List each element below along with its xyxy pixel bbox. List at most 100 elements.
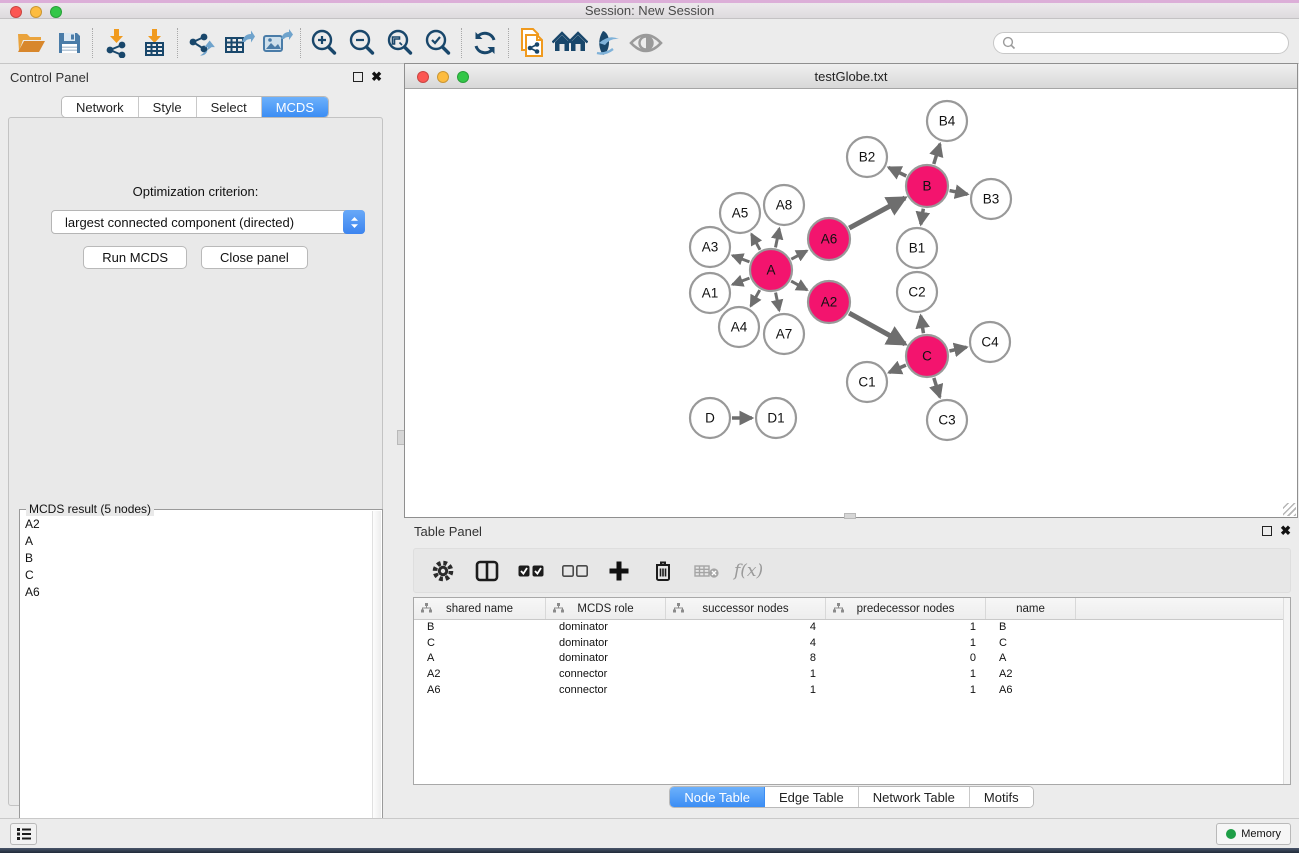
edge-A-A2[interactable]: [791, 281, 807, 290]
function-builder-icon[interactable]: f(x): [734, 561, 763, 581]
graph-node-C[interactable]: C: [906, 335, 948, 377]
table-row[interactable]: A6connector11A6: [414, 683, 1290, 699]
edge-A-A4[interactable]: [751, 290, 760, 306]
edge-A-A5[interactable]: [751, 234, 760, 250]
tab-mcds[interactable]: MCDS: [262, 97, 328, 117]
show-panels-button[interactable]: [10, 823, 37, 845]
edge-A-A8[interactable]: [776, 229, 780, 248]
result-list-scrollbar[interactable]: [372, 511, 381, 847]
edge-C-C1[interactable]: [889, 365, 906, 372]
column-header-predecessor-nodes[interactable]: predecessor nodes: [826, 598, 986, 619]
zoom-window-button[interactable]: [50, 6, 62, 18]
edge-A6-B[interactable]: [849, 198, 905, 228]
graph-node-A4[interactable]: A4: [719, 307, 759, 347]
clone-network-icon[interactable]: [513, 26, 551, 60]
table-cell[interactable]: A6: [414, 683, 546, 699]
graph-node-B3[interactable]: B3: [971, 179, 1011, 219]
table-cell[interactable]: dominator: [546, 636, 666, 652]
table-cell[interactable]: dominator: [546, 620, 666, 636]
result-item[interactable]: C: [21, 567, 373, 584]
import-table-icon[interactable]: [135, 26, 173, 60]
run-mcds-button[interactable]: Run MCDS: [83, 246, 187, 269]
edge-B-B3[interactable]: [950, 191, 968, 195]
minimize-window-button[interactable]: [30, 6, 42, 18]
table-cell[interactable]: A6: [986, 683, 1076, 699]
tab-motifs[interactable]: Motifs: [970, 787, 1033, 807]
float-table-panel-icon[interactable]: [1262, 526, 1272, 536]
deselect-all-icon[interactable]: [558, 555, 592, 587]
float-panel-icon[interactable]: [353, 72, 363, 82]
table-row[interactable]: Adominator80A: [414, 651, 1290, 667]
select-all-icon[interactable]: [514, 555, 548, 587]
edge-B-B1[interactable]: [921, 209, 924, 225]
gear-icon[interactable]: [426, 555, 460, 587]
table-cell[interactable]: C: [986, 636, 1076, 652]
edge-C-C4[interactable]: [949, 347, 966, 351]
network-minimize-button[interactable]: [437, 71, 449, 83]
table-cell[interactable]: A: [986, 651, 1076, 667]
add-column-icon[interactable]: [602, 555, 636, 587]
graph-node-B1[interactable]: B1: [897, 228, 937, 268]
table-cell[interactable]: A2: [986, 667, 1076, 683]
graph-node-A3[interactable]: A3: [690, 227, 730, 267]
column-header-shared-name[interactable]: shared name: [414, 598, 546, 619]
graph-node-C2[interactable]: C2: [897, 272, 937, 312]
delete-table-icon[interactable]: [690, 555, 724, 587]
table-cell[interactable]: connector: [546, 667, 666, 683]
table-cell[interactable]: 8: [666, 651, 826, 667]
edge-A-A3[interactable]: [732, 255, 749, 261]
result-item[interactable]: B: [21, 550, 373, 567]
window-resize-grip[interactable]: [1283, 503, 1296, 516]
graph-node-A1[interactable]: A1: [690, 273, 730, 313]
table-cell[interactable]: C: [414, 636, 546, 652]
zoom-out-icon[interactable]: [343, 26, 381, 60]
close-table-panel-icon[interactable]: ✖: [1280, 526, 1291, 536]
tab-network-table[interactable]: Network Table: [859, 787, 970, 807]
graph-node-A[interactable]: A: [750, 249, 792, 291]
export-network-icon[interactable]: [182, 26, 220, 60]
edge-A-A1[interactable]: [732, 278, 749, 284]
graph-node-B4[interactable]: B4: [927, 101, 967, 141]
table-cell[interactable]: A: [414, 651, 546, 667]
graph-node-B2[interactable]: B2: [847, 137, 887, 177]
table-cell[interactable]: 1: [826, 683, 986, 699]
export-image-icon[interactable]: [258, 26, 296, 60]
table-cell[interactable]: 4: [666, 620, 826, 636]
table-row[interactable]: Bdominator41B: [414, 620, 1290, 636]
graph-node-C3[interactable]: C3: [927, 400, 967, 440]
table-cell[interactable]: 4: [666, 636, 826, 652]
table-row[interactable]: Cdominator41C: [414, 636, 1290, 652]
table-cell[interactable]: B: [986, 620, 1076, 636]
edge-A-A7[interactable]: [776, 293, 780, 311]
table-cell[interactable]: A2: [414, 667, 546, 683]
column-header-MCDS-role[interactable]: MCDS role: [546, 598, 666, 619]
table-cell[interactable]: 1: [826, 636, 986, 652]
graph-node-A6[interactable]: A6: [808, 218, 850, 260]
tab-style[interactable]: Style: [139, 97, 197, 117]
graph-node-D1[interactable]: D1: [756, 398, 796, 438]
close-panel-icon[interactable]: ✖: [371, 72, 382, 82]
table-cell[interactable]: 1: [666, 667, 826, 683]
network-zoom-button[interactable]: [457, 71, 469, 83]
edge-C-C2[interactable]: [921, 316, 924, 334]
table-cell[interactable]: 0: [826, 651, 986, 667]
graph-node-A2[interactable]: A2: [808, 281, 850, 323]
table-scrollbar[interactable]: [1283, 598, 1290, 784]
graph-node-A8[interactable]: A8: [764, 185, 804, 225]
column-header-successor-nodes[interactable]: successor nodes: [666, 598, 826, 619]
result-item[interactable]: A6: [21, 584, 373, 601]
close-panel-button[interactable]: Close panel: [201, 246, 308, 269]
table-cell[interactable]: 1: [826, 620, 986, 636]
graph-node-A5[interactable]: A5: [720, 193, 760, 233]
table-cell[interactable]: connector: [546, 683, 666, 699]
tab-network[interactable]: Network: [62, 97, 139, 117]
edge-B-B4[interactable]: [934, 144, 940, 164]
table-cell[interactable]: 1: [666, 683, 826, 699]
tab-select[interactable]: Select: [197, 97, 262, 117]
zoom-fit-icon[interactable]: [381, 26, 419, 60]
table-cell[interactable]: B: [414, 620, 546, 636]
export-table-icon[interactable]: [220, 26, 258, 60]
zoom-in-icon[interactable]: [305, 26, 343, 60]
tab-edge-table[interactable]: Edge Table: [765, 787, 859, 807]
table-cell[interactable]: 1: [826, 667, 986, 683]
